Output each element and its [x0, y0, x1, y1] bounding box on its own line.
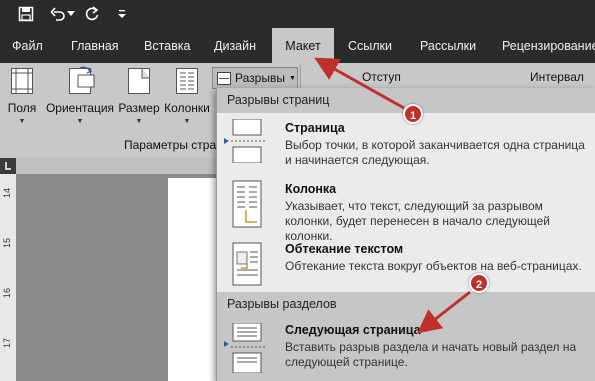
- callout-arrows: [314, 57, 471, 334]
- callout-badge-1: 1: [403, 104, 423, 124]
- callout-badge-2: 2: [469, 273, 489, 293]
